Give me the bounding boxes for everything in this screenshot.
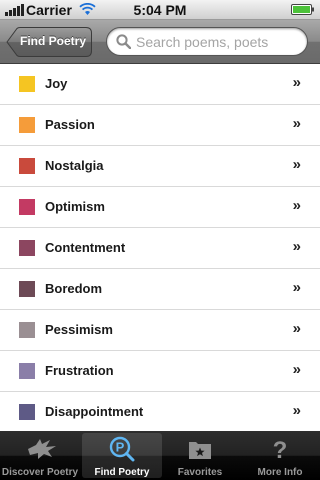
magnifier-p-icon: P xyxy=(109,436,135,462)
tab-label: Favorites xyxy=(177,467,223,478)
chevron-right-icon: » xyxy=(292,115,301,132)
color-swatch xyxy=(19,281,35,297)
list-item-disappointment[interactable]: Disappointment » xyxy=(0,392,320,431)
chevron-right-icon: » xyxy=(292,156,301,173)
list-item-passion[interactable]: Passion » xyxy=(0,105,320,146)
list-item-label: Boredom xyxy=(45,281,103,296)
color-swatch xyxy=(19,76,35,92)
chevron-right-icon: » xyxy=(292,197,301,214)
back-button-label: Find Poetry xyxy=(20,34,87,48)
color-swatch xyxy=(19,363,35,379)
tab-more-info[interactable]: ? More Info xyxy=(240,431,320,480)
color-swatch xyxy=(19,404,35,420)
list-item-label: Joy xyxy=(45,76,68,91)
list-item-label: Passion xyxy=(45,117,95,132)
list-item-optimism[interactable]: Optimism » xyxy=(0,187,320,228)
list-item-label: Pessimism xyxy=(45,322,113,337)
tab-label: Find Poetry xyxy=(94,467,150,478)
tab-discover-poetry[interactable]: Discover Poetry xyxy=(0,431,80,480)
chevron-right-icon: » xyxy=(292,238,301,255)
tab-find-poetry[interactable]: P Find Poetry xyxy=(82,433,162,478)
list-item-nostalgia[interactable]: Nostalgia » xyxy=(0,146,320,187)
list-item-label: Disappointment xyxy=(45,404,144,419)
tab-label: More Info xyxy=(257,467,303,478)
battery-icon xyxy=(291,4,314,15)
svg-text:P: P xyxy=(116,440,125,455)
status-time: 5:04 PM xyxy=(133,2,187,18)
search-field[interactable] xyxy=(106,27,308,56)
tab-bar: Discover Poetry P Find Poetry Favorites … xyxy=(0,431,320,480)
question-mark-icon: ? xyxy=(273,437,288,463)
mood-list: Joy » Passion » Nostalgia » Optimism » C… xyxy=(0,64,320,431)
list-item-pessimism[interactable]: Pessimism » xyxy=(0,310,320,351)
status-bar: Carrier 5:04 PM xyxy=(0,0,320,20)
back-button[interactable]: Find Poetry xyxy=(6,27,92,57)
color-swatch xyxy=(19,322,35,338)
folder-star-icon xyxy=(189,442,211,459)
chevron-right-icon: » xyxy=(292,320,301,337)
list-item-label: Optimism xyxy=(45,199,105,214)
list-item-label: Nostalgia xyxy=(45,158,104,173)
chevron-right-icon: » xyxy=(292,402,301,419)
list-item-label: Contentment xyxy=(45,240,126,255)
chevron-right-icon: » xyxy=(292,361,301,378)
tab-favorites[interactable]: Favorites xyxy=(160,431,240,480)
svg-text:?: ? xyxy=(273,437,288,463)
list-item-frustration[interactable]: Frustration » xyxy=(0,351,320,392)
tab-label: Discover Poetry xyxy=(1,467,79,478)
color-swatch xyxy=(19,158,35,174)
navigation-bar: Find Poetry xyxy=(0,20,320,64)
color-swatch xyxy=(19,240,35,256)
pegasus-icon xyxy=(28,439,56,459)
chevron-right-icon: » xyxy=(292,74,301,91)
color-swatch xyxy=(19,117,35,133)
color-swatch xyxy=(19,199,35,215)
chevron-right-icon: » xyxy=(292,279,301,296)
list-item-contentment[interactable]: Contentment » xyxy=(0,228,320,269)
search-icon xyxy=(116,34,131,49)
search-input[interactable] xyxy=(136,31,301,52)
list-item-boredom[interactable]: Boredom » xyxy=(0,269,320,310)
list-item-joy[interactable]: Joy » xyxy=(0,64,320,105)
list-item-label: Frustration xyxy=(45,363,114,378)
